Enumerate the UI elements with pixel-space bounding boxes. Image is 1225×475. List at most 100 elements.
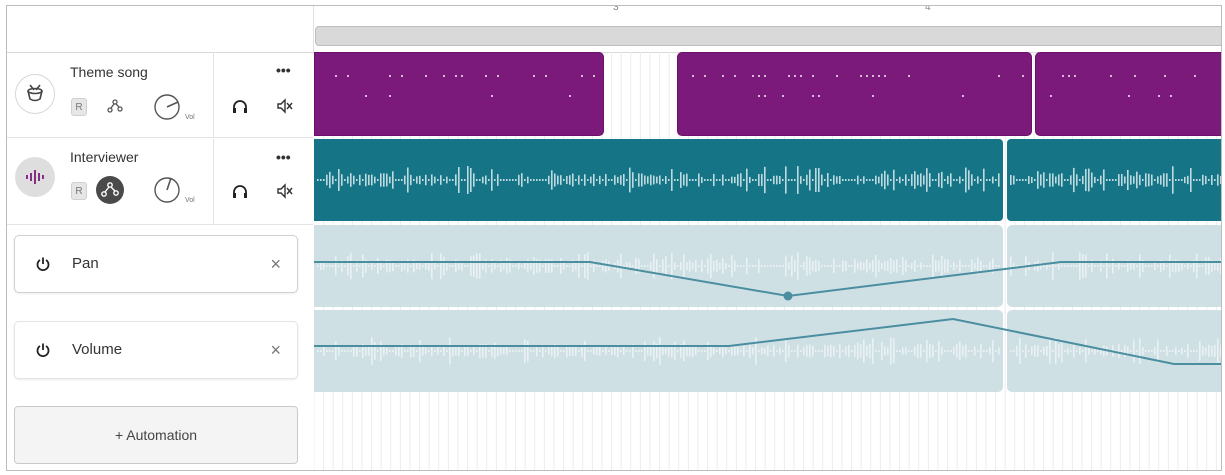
waveform-bar	[356, 260, 358, 272]
waveform-bar	[1094, 265, 1096, 267]
waveform-bar	[812, 260, 814, 272]
more-options-icon[interactable]: •••	[276, 62, 291, 78]
track-header-interviewer[interactable]: Interviewer R Vol •••	[7, 139, 313, 225]
waveform-bar	[908, 265, 910, 267]
waveform-bar	[1187, 262, 1189, 270]
effects-icon-active[interactable]	[95, 175, 125, 210]
track-name[interactable]: Interviewer	[70, 149, 138, 165]
pan-automation-lane[interactable]	[314, 225, 1003, 307]
waveform-bar	[749, 176, 751, 184]
waveform-bar	[665, 347, 667, 355]
close-icon[interactable]: ×	[270, 254, 281, 275]
waveform-bar	[530, 350, 532, 352]
waveform-bar	[437, 265, 439, 267]
waveform-bar	[962, 265, 964, 267]
waveform-bar	[665, 176, 667, 184]
waveform-bar	[524, 339, 526, 363]
waveform-bar	[536, 259, 538, 273]
waveform-bar	[572, 259, 574, 273]
mute-icon[interactable]	[276, 183, 294, 204]
pan-automation-lane[interactable]	[1007, 225, 1221, 307]
waveform-bar	[1049, 173, 1051, 187]
waveform-bar	[719, 262, 721, 270]
volume-automation-lane[interactable]	[1007, 310, 1221, 392]
waveform-bar	[824, 344, 826, 358]
waveform-bar	[527, 340, 529, 362]
waveform-bar	[746, 350, 748, 352]
waveform-bar	[371, 174, 373, 186]
waveform-bar	[1091, 350, 1093, 352]
waveform-bar	[1175, 179, 1177, 181]
waveform-bar	[593, 347, 595, 355]
close-icon[interactable]: ×	[270, 340, 281, 361]
volume-automation-lane[interactable]	[314, 310, 1003, 392]
automation-card-volume[interactable]: Volume ×	[14, 321, 298, 379]
headphones-icon[interactable]	[231, 98, 249, 119]
waveform-bar	[365, 259, 367, 273]
add-automation-button[interactable]: + Automation	[14, 406, 298, 464]
waveform-bar	[575, 179, 577, 181]
waveform-bar	[1169, 350, 1171, 352]
music-clip[interactable]	[1035, 52, 1221, 136]
track-header-theme-song[interactable]: Theme song R Vol •••	[7, 52, 313, 138]
headphones-icon[interactable]	[231, 183, 249, 204]
waveform-bar	[722, 258, 724, 274]
waveform-bar	[317, 179, 319, 181]
waveform-bar	[956, 179, 958, 181]
waveform-bar	[617, 344, 619, 358]
waveform-bar	[521, 350, 523, 352]
waveform-bar	[476, 253, 478, 279]
waveform-bar	[815, 167, 817, 193]
waveform-bar	[422, 265, 424, 267]
waveform-bar	[812, 179, 814, 181]
record-button[interactable]: R	[71, 182, 87, 200]
waveform-bar	[788, 262, 790, 270]
effects-icon[interactable]	[105, 96, 125, 121]
waveform-bar	[1163, 350, 1165, 352]
waveform-bar	[374, 342, 376, 360]
waveform-bar	[614, 262, 616, 270]
waveform-bar	[755, 179, 757, 181]
waveform-bar	[1085, 168, 1087, 192]
waveform-bar	[884, 170, 886, 190]
note-mark	[389, 95, 391, 97]
waveform-bar	[1193, 259, 1195, 273]
voice-clip[interactable]	[1007, 139, 1221, 221]
waveform-bar	[800, 265, 802, 267]
daw-editor: 3 4 Theme song R Vol ••• Interviewer R V…	[6, 5, 1222, 471]
music-clip[interactable]	[314, 52, 604, 136]
waveform-bar	[971, 174, 973, 186]
waveform-bar	[1055, 176, 1057, 184]
power-icon[interactable]	[35, 256, 51, 277]
waveform-bar	[791, 179, 793, 181]
volume-knob[interactable]	[152, 175, 186, 210]
waveform-bar	[1202, 174, 1204, 186]
waveform-bar	[560, 175, 562, 185]
waveform-bar	[899, 350, 901, 352]
note-mark	[722, 75, 724, 77]
waveform-bar	[620, 175, 622, 185]
waveform-bar	[1124, 345, 1126, 357]
waveform-bar	[845, 260, 847, 272]
mute-icon[interactable]	[276, 98, 294, 119]
power-icon[interactable]	[35, 342, 51, 363]
record-button[interactable]: R	[71, 98, 87, 116]
timeline-scrollbar[interactable]	[315, 26, 1221, 46]
waveform-bar	[1019, 337, 1021, 365]
automation-card-pan[interactable]: Pan ×	[14, 235, 298, 293]
note-mark	[818, 95, 820, 97]
track-name[interactable]: Theme song	[70, 64, 148, 80]
waveform-bar	[1022, 265, 1024, 267]
more-options-icon[interactable]: •••	[276, 149, 291, 165]
waveform-bar	[1157, 265, 1159, 267]
waveform-bar	[422, 346, 424, 356]
waveform-bar	[644, 265, 646, 267]
waveform-bar	[368, 174, 370, 186]
waveform-bar	[914, 171, 916, 189]
volume-knob[interactable]	[152, 92, 186, 127]
timeline-area[interactable]	[314, 52, 1221, 470]
waveform-bar	[338, 346, 340, 356]
waveform-bar	[1115, 350, 1117, 352]
music-clip[interactable]	[677, 52, 1032, 136]
voice-clip[interactable]	[314, 139, 1003, 221]
